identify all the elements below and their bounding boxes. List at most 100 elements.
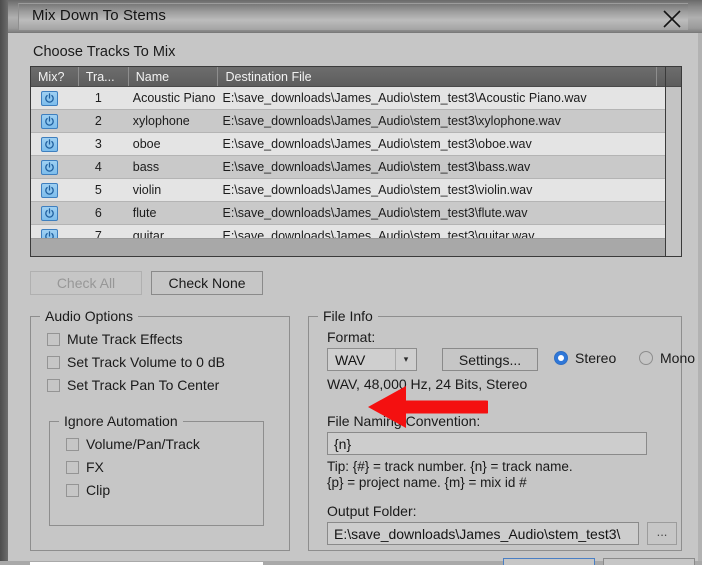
check-all-button[interactable]: Check All	[30, 271, 142, 295]
cell-track-name: flute	[132, 206, 157, 220]
audio-options-group: Audio Options Mute Track Effects Set Tra…	[30, 308, 290, 551]
cell-destination-file: E:\save_downloads\James_Audio\stem_test3…	[222, 137, 532, 151]
power-icon-toggle[interactable]	[41, 90, 58, 106]
radio-label: Mono	[660, 350, 696, 366]
power-icon-toggle[interactable]	[41, 136, 58, 152]
tracks-table-right-column[interactable]	[665, 67, 681, 256]
checkbox-set-track-pan-center[interactable]: Set Track Pan To Center	[47, 377, 219, 393]
ignore-automation-legend: Ignore Automation	[59, 413, 183, 429]
file-naming-convention-label: File Naming Convention:	[327, 413, 481, 429]
output-folder-label: Output Folder:	[327, 503, 417, 519]
cell-track-name: violin	[132, 183, 162, 197]
tracks-table-empty-area	[31, 238, 681, 256]
radio-dot	[554, 351, 568, 365]
table-row[interactable]: 5 violin E:\save_downloads\James_Audio\ste…	[31, 179, 681, 202]
file-info-group: File Info Format: WAV ▾ Settings... Ster…	[308, 308, 695, 551]
table-row[interactable]: 1 Acoustic Piano E:\save_downloads\James_A…	[31, 87, 681, 110]
chevron-down-icon: ▾	[395, 349, 416, 370]
cell-mix	[31, 133, 79, 155]
title-bar[interactable]: Mix Down To Stems	[8, 0, 702, 33]
checkbox-ignore-volume-pan-track[interactable]: Volume/Pan/Track	[66, 436, 200, 452]
checkbox-box	[66, 483, 79, 497]
cell-track-number: 2	[94, 114, 102, 128]
cell-destination-file: E:\save_downloads\James_Audio\stem_test3…	[222, 206, 528, 220]
cell-mix	[31, 110, 79, 132]
settings-button[interactable]: Settings...	[442, 348, 538, 371]
cell-destination-file: E:\save_downloads\James_Audio\stem_test3…	[222, 183, 533, 197]
checkbox-label: Volume/Pan/Track	[86, 436, 200, 452]
cell-destination-file: E:\save_downloads\James_Audio\stem_test3…	[222, 114, 561, 128]
mix-button[interactable]: Mix	[503, 558, 595, 565]
checkbox-mute-track-effects[interactable]: Mute Track Effects	[47, 331, 183, 347]
dialog-body: Choose Tracks To Mix Mix? Tra... Name De…	[8, 33, 698, 565]
cell-track-name: xylophone	[132, 114, 190, 128]
format-label: Format:	[327, 329, 376, 345]
checkbox-ignore-clip[interactable]: Clip	[66, 482, 110, 498]
radio-stereo[interactable]: Stereo	[554, 350, 616, 366]
checkbox-box	[66, 437, 79, 451]
window-right-edge	[698, 0, 702, 565]
output-folder-input[interactable]	[327, 522, 639, 545]
naming-tip-line-1: Tip: {#} = track number. {n} = track nam…	[327, 459, 573, 474]
checkbox-label: Clip	[86, 482, 111, 498]
tracks-table: Mix? Tra... Name Destination File 1 Acous…	[30, 66, 682, 257]
checkbox-ignore-fx[interactable]: FX	[66, 459, 104, 475]
cell-track-number: 1	[94, 91, 102, 105]
file-naming-convention-input[interactable]	[327, 432, 647, 455]
window-title: Mix Down To Stems	[32, 7, 166, 24]
cell-track-number: 6	[94, 206, 102, 220]
cell-mix	[31, 156, 79, 178]
check-none-button[interactable]: Check None	[151, 271, 263, 295]
power-icon-toggle[interactable]	[41, 159, 58, 175]
column-header-name[interactable]: Name	[129, 67, 219, 86]
ignore-automation-group: Ignore Automation Volume/Pan/Track FX Cl…	[49, 413, 264, 526]
power-icon-toggle[interactable]	[41, 182, 58, 198]
checkbox-box	[47, 332, 60, 346]
cell-track-number: 5	[94, 183, 102, 197]
mix-down-to-stems-dialog: Mix Down To Stems Choose Tracks To Mix M…	[0, 0, 702, 565]
cell-mix	[31, 87, 79, 109]
cell-destination-file: E:\save_downloads\James_Audio\stem_test3…	[222, 91, 587, 105]
checkbox-box	[66, 460, 79, 474]
cell-mix	[31, 202, 79, 224]
checkbox-label: Set Track Volume to 0 dB	[67, 354, 225, 370]
checkbox-label: FX	[86, 459, 104, 475]
cell-track-number: 4	[94, 160, 102, 174]
column-header-track[interactable]: Tra...	[79, 67, 129, 86]
cell-destination-file: E:\save_downloads\James_Audio\stem_test3…	[222, 160, 531, 174]
tracks-table-right-column-header	[666, 67, 681, 87]
audio-options-legend: Audio Options	[40, 308, 138, 324]
checkbox-label: Mute Track Effects	[67, 331, 183, 347]
format-dropdown-value: WAV	[335, 351, 366, 368]
format-summary-text: WAV, 48,000 Hz, 24 Bits, Stereo	[327, 376, 528, 392]
checkbox-set-track-volume-0db[interactable]: Set Track Volume to 0 dB	[47, 354, 225, 370]
table-row[interactable]: 4 bass E:\save_downloads\James_Audio\stem_…	[31, 156, 681, 179]
browse-folder-button[interactable]: ...	[647, 522, 677, 545]
table-row[interactable]: 2 xylophone E:\save_downloads\James_Audio\…	[31, 110, 681, 133]
radio-label: Stereo	[575, 350, 617, 366]
column-header-destination[interactable]: Destination File	[218, 67, 658, 86]
tracks-table-body: 1 Acoustic Piano E:\save_downloads\James_A…	[31, 87, 681, 248]
cell-track-name: oboe	[132, 137, 161, 151]
cell-mix	[31, 179, 79, 201]
table-row[interactable]: 6 flute E:\save_downloads\James_Audio\stem…	[31, 202, 681, 225]
file-info-legend: File Info	[318, 308, 378, 324]
window-left-edge	[0, 0, 8, 565]
power-icon-toggle[interactable]	[41, 113, 58, 129]
table-row[interactable]: 3 oboe E:\save_downloads\James_Audio\stem_…	[31, 133, 681, 156]
column-header-mix[interactable]: Mix?	[31, 67, 79, 86]
cell-track-number: 3	[94, 137, 102, 151]
naming-tip-line-2: {p} = project name. {m} = mix id #	[327, 475, 527, 490]
checkbox-box	[47, 378, 60, 392]
cell-track-name: bass	[132, 160, 160, 174]
radio-mono[interactable]: Mono	[639, 350, 695, 366]
checkbox-box	[47, 355, 60, 369]
cancel-button[interactable]: Cancel	[603, 558, 695, 565]
close-button[interactable]	[650, 2, 694, 31]
format-dropdown[interactable]: WAV ▾	[327, 348, 417, 371]
power-icon-toggle[interactable]	[41, 205, 58, 221]
cell-track-name: Acoustic Piano	[132, 91, 216, 105]
choose-tracks-heading: Choose Tracks To Mix	[33, 44, 176, 60]
tracks-table-header: Mix? Tra... Name Destination File	[31, 67, 681, 87]
radio-dot	[639, 351, 653, 365]
